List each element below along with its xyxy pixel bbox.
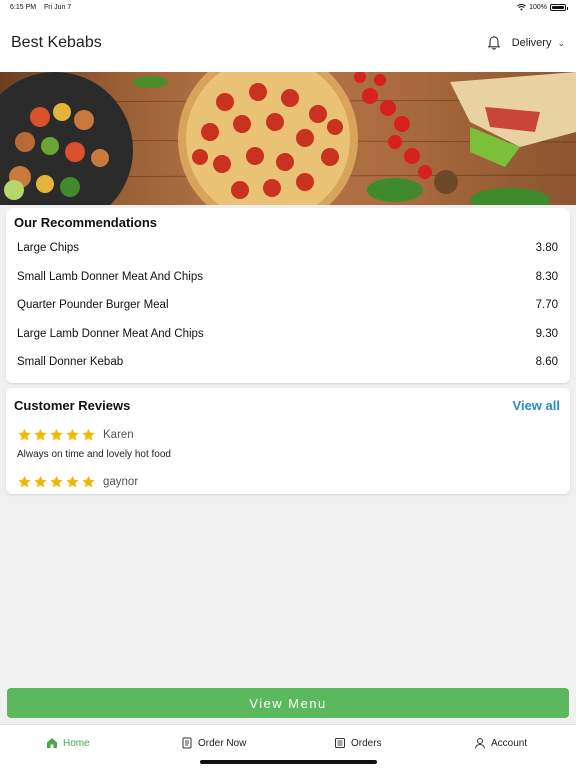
battery-percent: 100% xyxy=(529,3,547,11)
star-icon xyxy=(34,475,47,488)
bell-icon[interactable] xyxy=(486,35,502,51)
battery-icon xyxy=(550,3,568,11)
star-icon xyxy=(18,475,31,488)
restaurant-title: Best Kebabs xyxy=(11,34,102,51)
review-header: Karen xyxy=(17,428,134,442)
item-name: Large Chips xyxy=(17,242,80,254)
status-bar: 6:15 PM Fri Jun 7 100% xyxy=(0,0,576,14)
hero-food-image xyxy=(0,72,576,205)
item-name: Large Lamb Donner Meat And Chips xyxy=(17,328,204,340)
review-text: Always on time and lovely hot food xyxy=(17,449,171,460)
star-icon xyxy=(18,428,31,441)
recommendation-item[interactable]: Small Lamb Donner Meat And Chips 8.30 xyxy=(17,267,558,287)
tab-orders-label: Orders xyxy=(351,737,382,749)
home-icon xyxy=(47,738,57,748)
recommendation-item[interactable]: Large Lamb Donner Meat And Chips 9.30 xyxy=(17,324,558,344)
recommendation-item[interactable]: Large Chips 3.80 xyxy=(17,238,558,258)
tab-order-now-label: Order Now xyxy=(198,737,247,749)
view-all-link[interactable]: View all xyxy=(513,398,560,413)
wifi-icon xyxy=(517,3,527,11)
item-price: 8.30 xyxy=(535,271,558,283)
chevron-down-icon[interactable]: ⌄ xyxy=(557,38,565,49)
item-price: 8.60 xyxy=(535,356,558,368)
delivery-mode-select[interactable]: Delivery xyxy=(512,37,552,49)
star-icon xyxy=(50,475,63,488)
recommendations-title: Our Recommendations xyxy=(14,215,158,230)
item-price: 9.30 xyxy=(535,328,558,340)
tab-home[interactable]: Home xyxy=(46,737,90,749)
item-name: Small Lamb Donner Meat And Chips xyxy=(17,271,204,283)
status-right: 100% xyxy=(517,3,568,11)
item-name: Small Donner Kebab xyxy=(17,356,124,368)
app-header: Best Kebabs Delivery ⌄ xyxy=(0,14,576,72)
recommendation-item[interactable]: Small Donner Kebab 8.60 xyxy=(17,352,558,372)
view-menu-button[interactable]: View Menu xyxy=(7,688,569,718)
star-icon xyxy=(66,475,79,488)
item-name: Quarter Pounder Burger Meal xyxy=(17,299,169,311)
status-date: Fri Jun 7 xyxy=(44,3,72,11)
star-icon xyxy=(34,428,47,441)
tab-order-now[interactable]: Order Now xyxy=(181,737,246,749)
review-header: gaynor xyxy=(17,475,138,489)
battery-fill xyxy=(552,5,564,9)
item-price: 3.80 xyxy=(535,242,558,254)
star-icon xyxy=(50,428,63,441)
home-indicator xyxy=(200,760,377,764)
reviewer-name: Karen xyxy=(103,429,134,441)
status-time: 6:15 PM xyxy=(10,3,37,11)
order-icon xyxy=(182,737,192,749)
star-rating xyxy=(17,428,96,442)
item-price: 7.70 xyxy=(535,299,558,311)
food-illustration xyxy=(0,72,576,205)
status-left: 6:15 PM Fri Jun 7 xyxy=(10,4,77,11)
reviewer-name: gaynor xyxy=(103,476,139,488)
tab-account[interactable]: Account xyxy=(474,737,527,749)
tab-home-label: Home xyxy=(63,737,90,749)
user-icon xyxy=(475,738,485,749)
star-icon xyxy=(82,428,95,441)
reviews-card: Customer Reviews View all Karen Always o… xyxy=(6,388,570,494)
receipt-icon xyxy=(335,738,345,748)
reviews-title: Customer Reviews xyxy=(14,398,131,413)
star-icon xyxy=(82,475,95,488)
tab-account-label: Account xyxy=(491,737,528,749)
recommendation-item[interactable]: Quarter Pounder Burger Meal 7.70 xyxy=(17,295,558,315)
star-icon xyxy=(66,428,79,441)
star-rating xyxy=(17,475,96,489)
tab-orders[interactable]: Orders xyxy=(334,737,382,749)
header-actions: Delivery ⌄ xyxy=(486,35,565,51)
recommendations-card: Our Recommendations Large Chips 3.80 Sma… xyxy=(6,208,570,383)
